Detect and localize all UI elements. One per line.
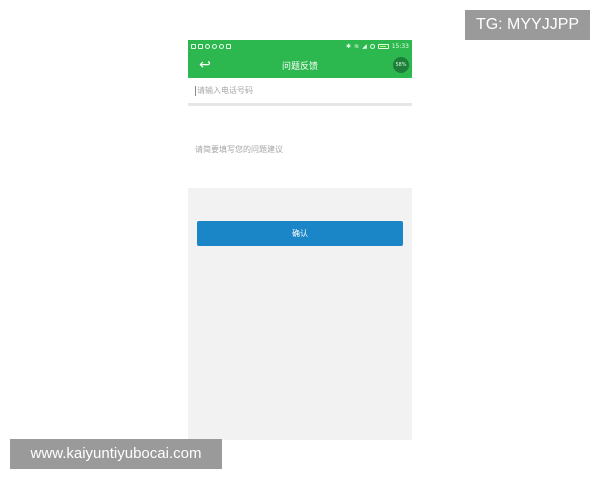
suggestion-textarea[interactable] (195, 144, 405, 184)
phone-number-input[interactable] (196, 86, 405, 95)
bluetooth-icon: ✱ (346, 42, 352, 50)
download-icon (212, 43, 217, 49)
notification-icon (191, 43, 196, 49)
status-right-icons: ✱ ≋ ◢ 15:33 (346, 43, 409, 50)
page-title: 问题反馈 (281, 61, 318, 72)
status-bar: ✱ ≋ ◢ 15:33 (188, 40, 412, 52)
tg-watermark: TG: MYYJJPP (465, 10, 590, 40)
status-left-icons (191, 43, 231, 49)
screenshot-stage: ✱ ≋ ◢ 15:33 ↩ 问题反馈 58% 确认 TG: MYYJJPP ww… (0, 0, 600, 480)
gallery-icon (226, 43, 231, 49)
url-watermark: www.kaiyuntiyubocai.com (10, 439, 222, 469)
suggestion-section (188, 106, 412, 188)
title-bar: ↩ 问题反馈 58% (188, 52, 412, 78)
battery-icon (377, 43, 389, 49)
chat-icon (219, 43, 224, 49)
confirm-button[interactable]: 确认 (197, 221, 403, 246)
wifi-icon: ≋ (354, 42, 360, 50)
floating-status-badge[interactable]: 58% (393, 57, 409, 73)
phone-screen: ✱ ≋ ◢ 15:33 ↩ 问题反馈 58% 确认 (188, 40, 412, 440)
signal-icon: ◢ (362, 42, 367, 50)
status-time: 15:33 (391, 42, 409, 50)
alarm-icon (369, 43, 375, 49)
text-cursor (195, 85, 196, 96)
shield-icon (205, 43, 210, 49)
submit-wrapper: 确认 (188, 188, 412, 246)
phone-input-row (188, 78, 412, 106)
back-arrow-icon[interactable]: ↩ (196, 56, 214, 74)
image-icon (198, 43, 203, 49)
